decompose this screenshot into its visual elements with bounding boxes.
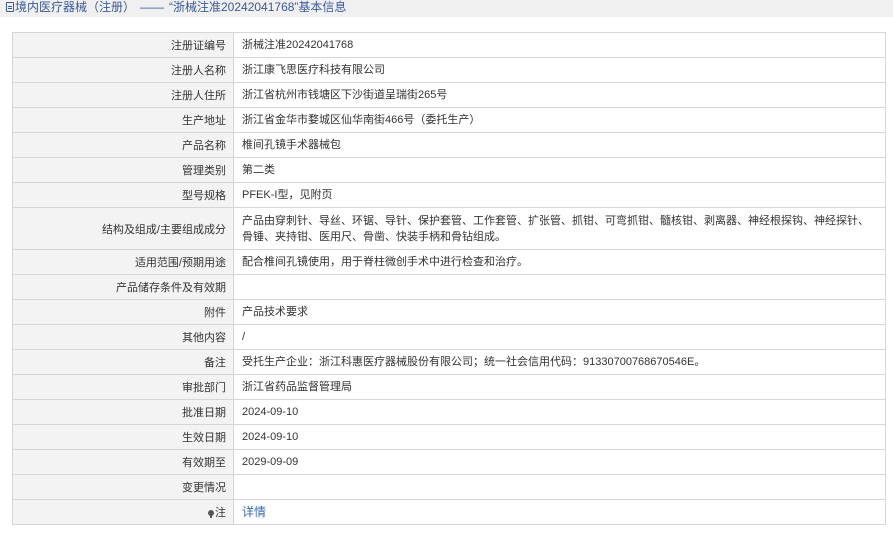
table-row: 生产地址 浙江省金华市婺城区仙华南街466号（委托生产） xyxy=(12,107,886,133)
row-label: 有效期至 xyxy=(12,449,234,475)
row-value: 椎间孔镜手术器械包 xyxy=(233,132,886,158)
table-row: 附件 产品技术要求 xyxy=(12,299,886,325)
note-value: 详情 xyxy=(233,499,886,525)
row-label: 管理类别 xyxy=(12,157,234,183)
row-label: 注册证编号 xyxy=(12,32,234,58)
row-label: 附件 xyxy=(12,299,234,325)
row-label: 生效日期 xyxy=(12,424,234,450)
detail-link[interactable]: 详情 xyxy=(242,505,266,519)
table-row: 其他内容 / xyxy=(12,324,886,350)
row-value: 2029-09-09 xyxy=(233,449,886,475)
note-label-text: 注 xyxy=(215,507,226,519)
table-row: 型号规格 PFEK-I型，见附页 xyxy=(12,182,886,208)
row-label: 产品储存条件及有效期 xyxy=(12,274,234,300)
row-label: 生产地址 xyxy=(12,107,234,133)
row-value: 浙江省金华市婺城区仙华南街466号（委托生产） xyxy=(233,107,886,133)
row-label: 审批部门 xyxy=(12,374,234,400)
row-value: 受托生产企业：浙江科惠医疗器械股份有限公司；统一社会信用代码：913307007… xyxy=(233,349,886,375)
row-label: 其他内容 xyxy=(12,324,234,350)
row-label: 批准日期 xyxy=(12,399,234,425)
row-label: 适用范围/预期用途 xyxy=(12,249,234,275)
table-row: 注册人名称 浙江康飞思医疗科技有限公司 xyxy=(12,57,886,83)
table-row: 有效期至 2029-09-09 xyxy=(12,449,886,475)
row-value: 浙江省药品监督管理局 xyxy=(233,374,886,400)
row-value: 浙江省杭州市钱塘区下沙街道呈瑞街265号 xyxy=(233,82,886,108)
table-row: 审批部门 浙江省药品监督管理局 xyxy=(12,374,886,400)
table-row: 变更情况 xyxy=(12,474,886,500)
row-value: PFEK-I型，见附页 xyxy=(233,182,886,208)
row-label: 产品名称 xyxy=(12,132,234,158)
row-value: 第二类 xyxy=(233,157,886,183)
note-label: 注 xyxy=(12,499,234,525)
row-label: 备注 xyxy=(12,349,234,375)
table-row: 注册证编号 浙械注准20242041768 xyxy=(12,32,886,58)
table-row: 注册人住所 浙江省杭州市钱塘区下沙街道呈瑞街265号 xyxy=(12,82,886,108)
table-row: 备注 受托生产企业：浙江科惠医疗器械股份有限公司；统一社会信用代码：913307… xyxy=(12,349,886,375)
table-row: 结构及组成/主要组成成分 产品由穿刺针、导丝、环锯、导针、保护套管、工作套管、扩… xyxy=(12,207,886,250)
header-separator: —— xyxy=(140,0,165,14)
row-value: / xyxy=(233,324,886,350)
document-icon xyxy=(6,2,14,12)
info-table: 注册证编号 浙械注准20242041768 注册人名称 浙江康飞思医疗科技有限公… xyxy=(12,32,886,525)
table-row: 产品储存条件及有效期 xyxy=(12,274,886,300)
table-row: 生效日期 2024-09-10 xyxy=(12,424,886,450)
table-row: 管理类别 第二类 xyxy=(12,157,886,183)
row-label: 注册人住所 xyxy=(12,82,234,108)
info-table-wrapper: 注册证编号 浙械注准20242041768 注册人名称 浙江康飞思医疗科技有限公… xyxy=(12,32,886,525)
table-row: 批准日期 2024-09-10 xyxy=(12,399,886,425)
row-value: 配合椎间孔镜使用，用于脊柱微创手术中进行检查和治疗。 xyxy=(233,249,886,275)
row-value: 浙械注准20242041768 xyxy=(233,32,886,58)
row-value xyxy=(233,274,886,300)
row-label: 型号规格 xyxy=(12,182,234,208)
table-row: 适用范围/预期用途 配合椎间孔镜使用，用于脊柱微创手术中进行检查和治疗。 xyxy=(12,249,886,275)
row-label: 注册人名称 xyxy=(12,57,234,83)
pin-icon xyxy=(208,510,214,518)
row-value: 产品由穿刺针、导丝、环锯、导针、保护套管、工作套管、扩张管、抓钳、可弯抓钳、髓核… xyxy=(233,207,886,250)
row-value: 2024-09-10 xyxy=(233,424,886,450)
header-subtitle: “浙械注准20242041768”基本信息 xyxy=(169,0,347,14)
header-title: 境内医疗器械（注册） xyxy=(15,0,136,14)
row-value: 浙江康飞思医疗科技有限公司 xyxy=(233,57,886,83)
row-value: 2024-09-10 xyxy=(233,399,886,425)
row-value: 产品技术要求 xyxy=(233,299,886,325)
row-label: 结构及组成/主要组成成分 xyxy=(12,207,234,250)
page-header: 境内医疗器械（注册） —— “浙械注准20242041768”基本信息 xyxy=(0,0,893,17)
row-label: 变更情况 xyxy=(12,474,234,500)
table-row: 产品名称 椎间孔镜手术器械包 xyxy=(12,132,886,158)
note-row: 注 详情 xyxy=(12,499,886,525)
row-value xyxy=(233,474,886,500)
